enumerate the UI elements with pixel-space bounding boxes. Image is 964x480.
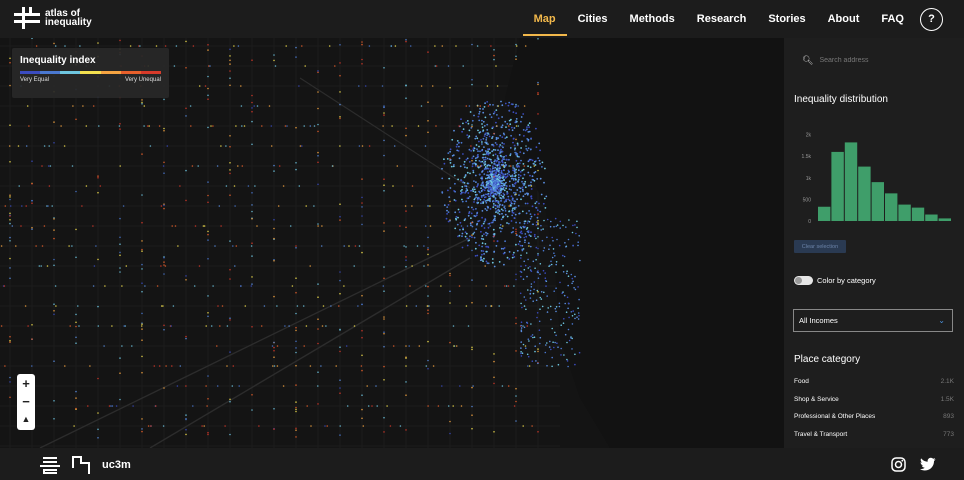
category-row[interactable]: Professional & Other Places 893 <box>794 413 954 431</box>
legend-swatch <box>100 71 121 74</box>
social-links <box>891 457 936 477</box>
histogram-bar[interactable] <box>898 204 911 221</box>
histogram-bar[interactable] <box>911 207 925 221</box>
histogram-bar[interactable] <box>818 206 831 221</box>
category-row[interactable]: Shop & Service 1.5K <box>794 396 954 414</box>
category-name: Shop & Service <box>794 395 839 403</box>
histogram-bar[interactable] <box>925 214 938 221</box>
category-count: 2.1K <box>940 378 954 385</box>
legend-low-label: Very Equal <box>20 77 50 83</box>
brand-name: atlas of inequality <box>45 8 92 28</box>
histogram-bar[interactable] <box>858 166 871 221</box>
clear-selection-button[interactable]: Clear selection <box>794 240 846 253</box>
chevron-down-icon: ⌄ <box>938 316 945 325</box>
legend-swatch <box>120 71 141 74</box>
histogram-bar[interactable] <box>885 193 898 221</box>
y-tick-label: 0 <box>808 219 811 225</box>
histogram-bar[interactable] <box>831 151 844 221</box>
category-row[interactable]: Travel & Transport 773 <box>794 431 954 449</box>
y-tick-label: 500 <box>803 197 812 203</box>
color-by-category-row: Color by category <box>794 276 876 285</box>
partner-logo-1-icon[interactable] <box>40 456 60 474</box>
category-count: 773 <box>943 430 954 438</box>
header: atlas of inequality Map Cities Methods R… <box>0 0 964 38</box>
category-name: Food <box>794 378 809 385</box>
compass-icon[interactable]: ▲ <box>17 410 35 428</box>
nav-item-cities[interactable]: Cities <box>567 0 619 38</box>
y-tick-label: 1k <box>806 176 812 182</box>
legend-swatch <box>80 71 101 74</box>
zoom-out-button[interactable]: − <box>17 392 35 410</box>
nav-item-about[interactable]: About <box>817 0 871 38</box>
map-layer <box>0 38 784 448</box>
category-count: 893 <box>943 413 954 420</box>
legend-panel: Inequality index Very Equal Very Unequal <box>12 48 169 98</box>
nav-item-map[interactable]: Map <box>522 0 567 38</box>
legend-high-label: Very Unequal <box>124 77 161 83</box>
histogram-bar[interactable] <box>871 182 884 221</box>
histogram-bar[interactable] <box>844 142 858 221</box>
nav-item-faq[interactable]: FAQ <box>870 0 915 38</box>
y-tick-label: 2k <box>806 133 812 139</box>
income-select[interactable]: All Incomes ⌄ <box>793 309 953 332</box>
search-icon: 🔍︎ <box>802 54 814 65</box>
partner-logo-2-icon[interactable] <box>72 456 90 474</box>
brand-icon <box>14 7 40 29</box>
nav-item-methods[interactable]: Methods <box>619 0 686 38</box>
zoom-in-button[interactable]: + <box>17 374 35 392</box>
income-select-value: All Incomes <box>799 316 838 325</box>
category-name: Professional & Other Places <box>794 413 876 420</box>
partner-logos: uc3m <box>40 456 131 474</box>
help-button[interactable]: ? <box>920 7 943 31</box>
street-grid <box>0 38 784 448</box>
color-by-category-label: Color by category <box>817 276 876 285</box>
category-name: Travel & Transport <box>794 430 848 438</box>
main-nav: Map Cities Methods Research Stories Abou… <box>522 0 964 38</box>
category-count: 1.5K <box>940 395 954 403</box>
nav-item-stories[interactable]: Stories <box>757 0 816 38</box>
app: atlas of inequality Map Cities Methods R… <box>0 0 964 480</box>
search-box: 🔍︎ <box>794 48 954 72</box>
histogram-bar[interactable] <box>938 218 951 221</box>
brand-logo[interactable]: atlas of inequality <box>14 7 95 29</box>
color-by-category-toggle[interactable] <box>794 276 813 285</box>
twitter-icon[interactable] <box>920 457 936 477</box>
legend-swatch <box>140 71 161 74</box>
legend-swatch <box>20 71 41 74</box>
legend-color-scale <box>20 71 161 74</box>
side-panel: 🔍︎ Inequality distribution 2k1.5k1k5000 … <box>784 38 964 448</box>
category-title: Place category <box>794 354 861 365</box>
distribution-title: Inequality distribution <box>794 94 888 105</box>
legend-swatch <box>60 71 81 74</box>
legend-title: Inequality index <box>20 55 96 66</box>
footer: uc3m <box>0 448 964 480</box>
legend-swatch <box>40 71 61 74</box>
uc3m-logo[interactable]: uc3m <box>102 459 131 471</box>
nav-item-research[interactable]: Research <box>686 0 758 38</box>
category-row[interactable]: Food 2.1K <box>794 378 954 396</box>
map-canvas[interactable]: Inequality index Very Equal Very Unequal… <box>0 38 784 448</box>
search-input[interactable] <box>819 56 940 64</box>
distribution-histogram[interactable]: 2k 1.5k 1k 500 0 <box>788 118 958 236</box>
category-list: Food 2.1K Shop & Service 1.5K Profession… <box>794 378 954 448</box>
instagram-icon[interactable] <box>891 457 906 477</box>
y-tick-label: 1.5k <box>802 154 812 160</box>
zoom-controls: + − ▲ <box>17 374 35 430</box>
